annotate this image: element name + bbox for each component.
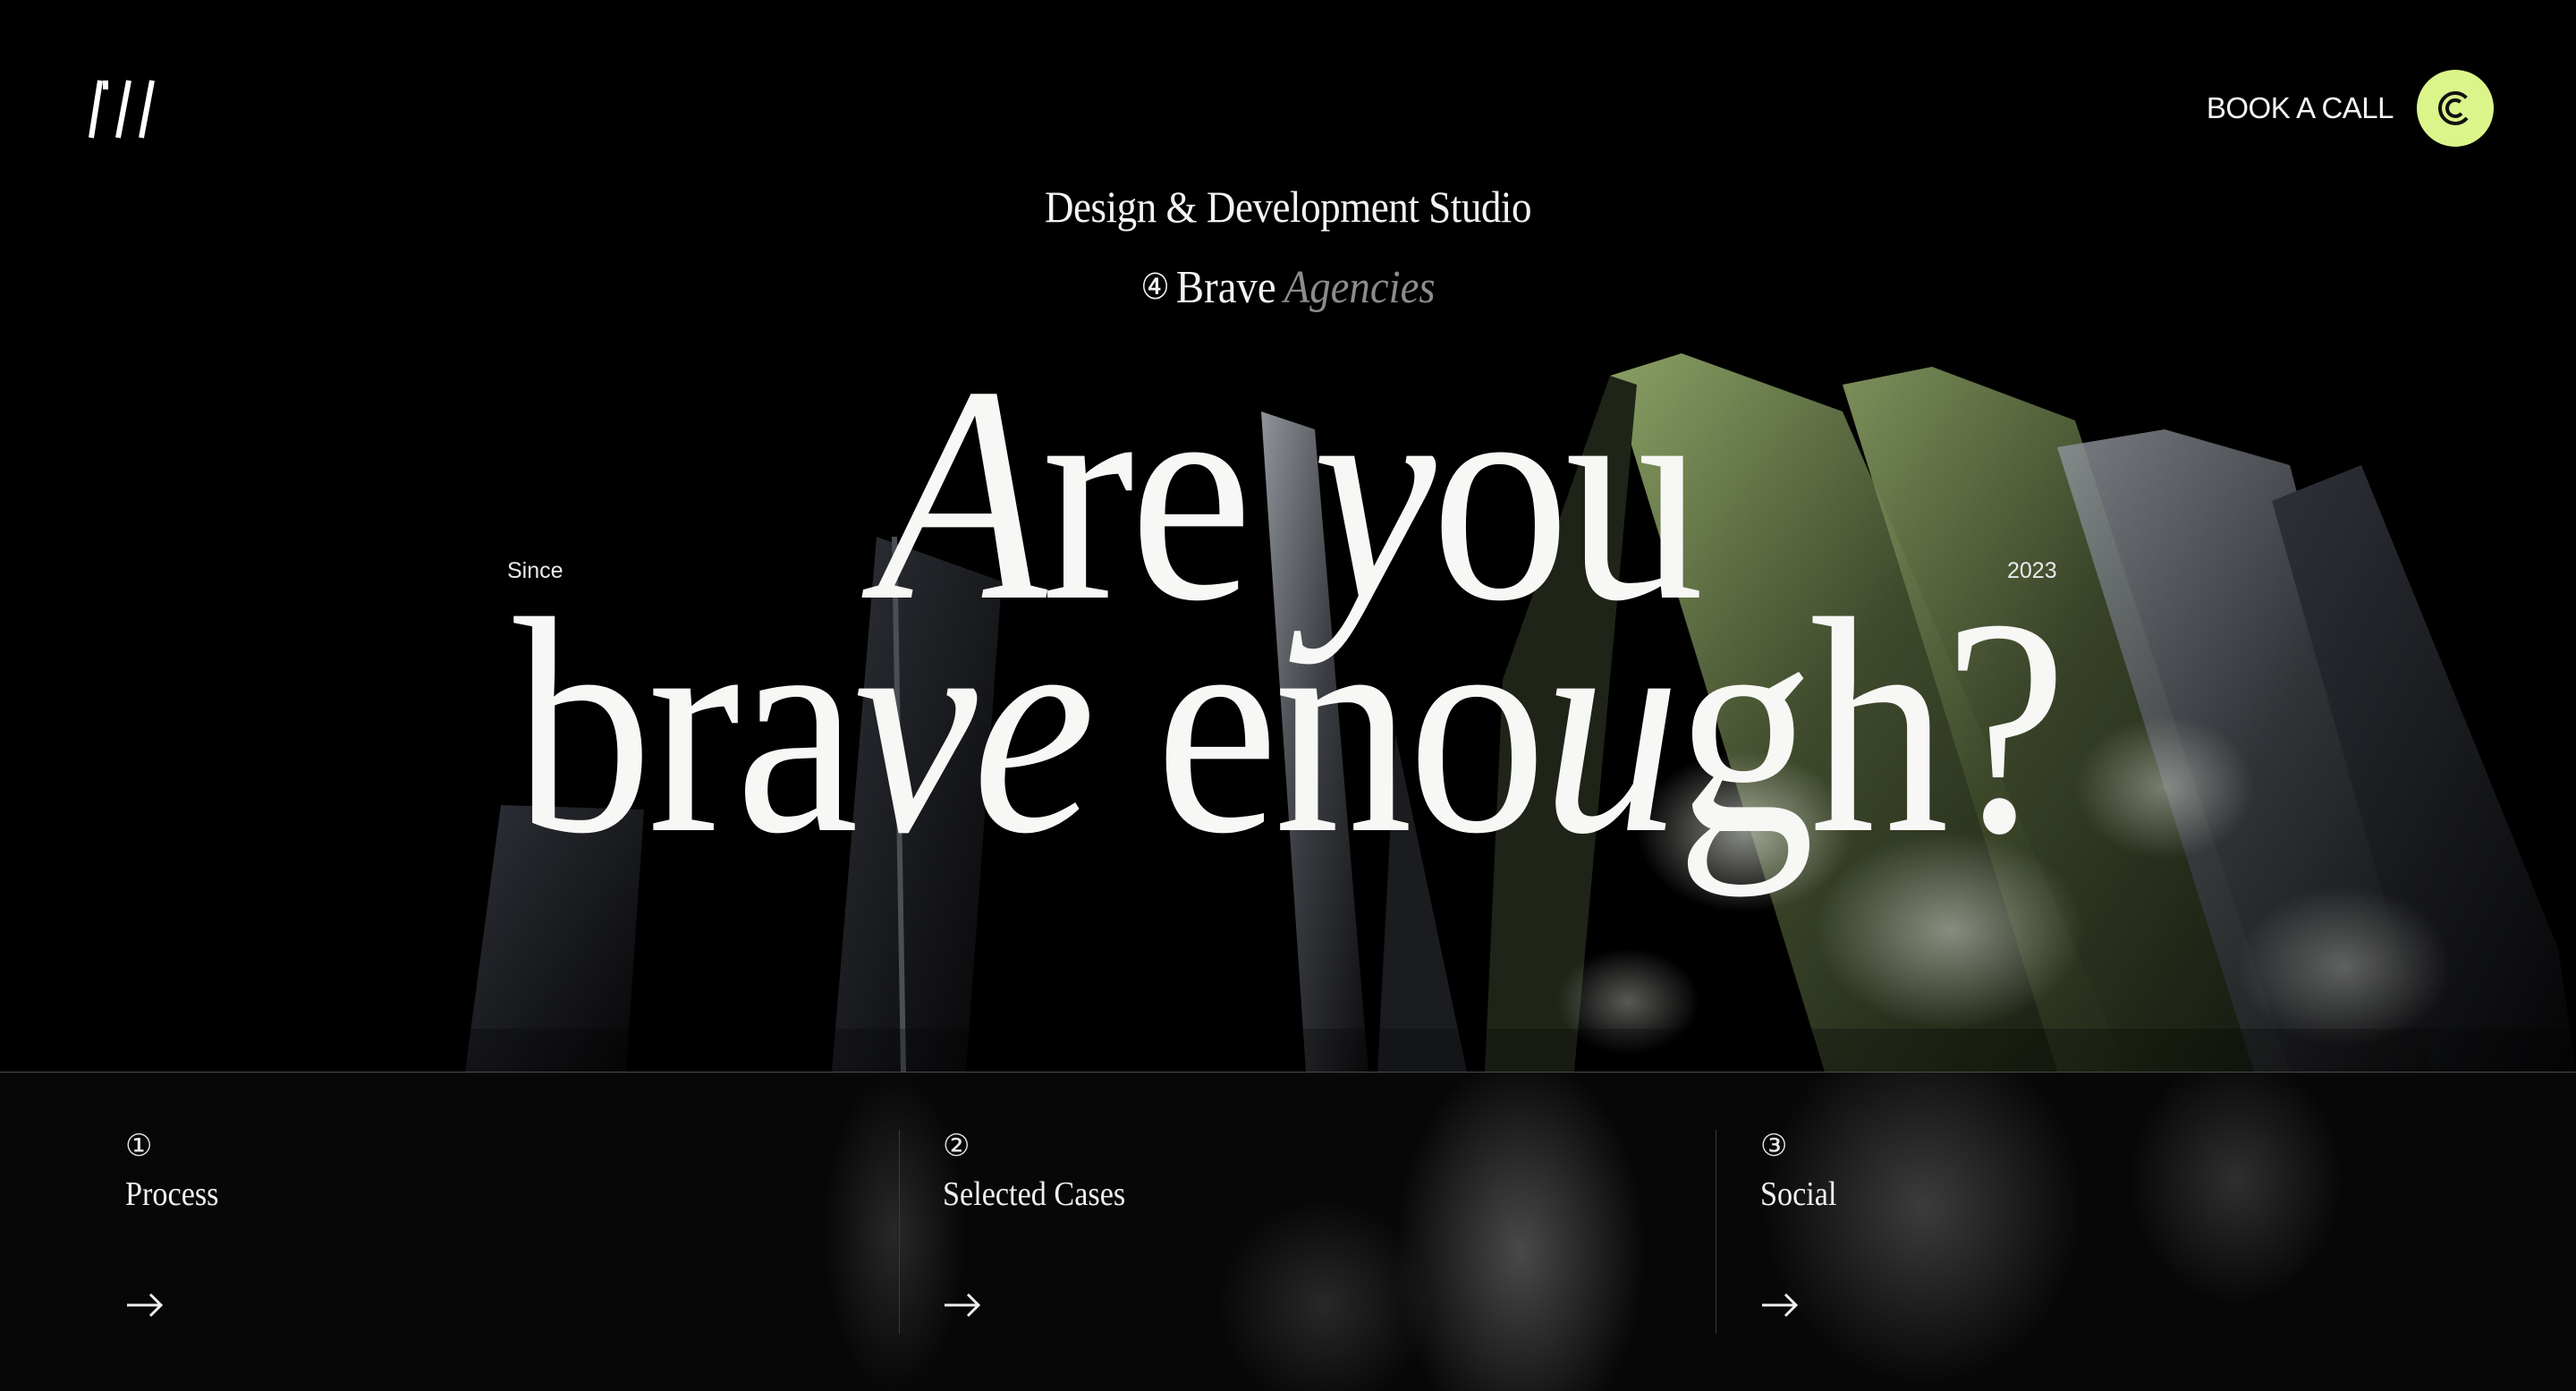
hero-headline-line2: brave enough? [513,556,2067,897]
card-title: Process [125,1175,219,1213]
studio-logo[interactable] [79,77,165,140]
book-a-call-label: BOOK A CALL [2206,91,2394,124]
studio-subtitle: Design & Development Studio [1044,182,1532,232]
card-social[interactable]: ③ Social [1716,1073,2531,1391]
card-title: Social [1760,1175,1837,1213]
brand-c-icon [2417,70,2494,147]
card-divider [899,1130,900,1334]
bottom-nav-panel: ① Process ② Selected Cases ③ Social [0,1072,2576,1391]
card-title: Selected Cases [943,1175,1126,1213]
card-selected-cases[interactable]: ② Selected Cases [899,1073,1715,1391]
card-number: ③ [1760,1128,1788,1164]
book-a-call-button[interactable]: BOOK A CALL [2207,70,2494,147]
card-number: ① [125,1128,153,1164]
logo-slashes-icon [89,80,155,139]
badge-word: Brave [1175,262,1276,313]
card-process[interactable]: ① Process [0,1073,816,1391]
badge-muted-word: Agencies [1284,262,1436,313]
badge-number: ④ [1140,267,1170,308]
arrow-right-icon [127,1293,164,1318]
arrow-right-icon [945,1293,981,1318]
arrow-right-icon [1762,1293,1799,1318]
card-number: ② [943,1128,970,1164]
brave-agencies-badge: ④ Brave Agencies [129,261,2447,314]
